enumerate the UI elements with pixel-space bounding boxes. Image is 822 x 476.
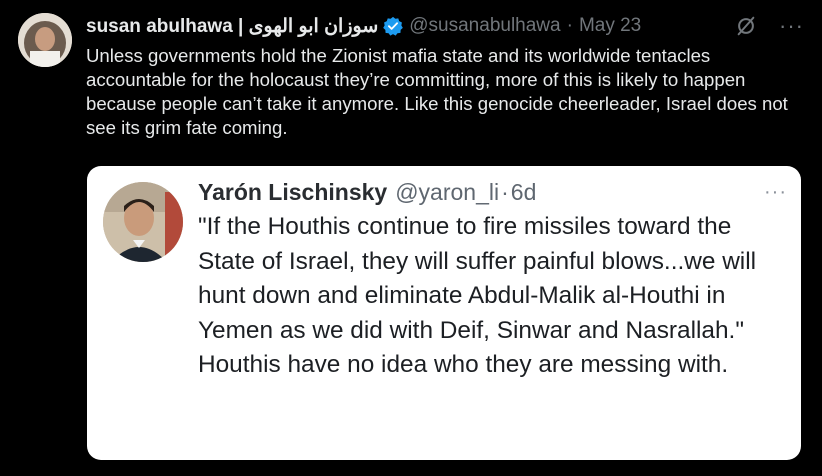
grok-icon[interactable] — [735, 15, 757, 37]
tweet-date[interactable]: May 23 — [579, 15, 641, 37]
quoted-tweet-age[interactable]: 6d — [511, 179, 537, 206]
author-handle[interactable]: @susanabulhawa — [409, 15, 560, 37]
author-avatar[interactable] — [18, 13, 72, 67]
quoted-tweet[interactable]: Yarón Lischinsky @yaron_li · 6d ··· "If … — [87, 166, 801, 460]
quoted-tweet-text: "If the Houthis continue to fire missile… — [198, 210, 790, 383]
quoted-author-avatar[interactable] — [103, 182, 183, 262]
author-name[interactable]: susan abulhawa | سوزان ابو الهوى — [86, 15, 378, 38]
tweet-text-body: Unless governments hold the Zionist mafi… — [86, 45, 788, 138]
quoted-text-paragraph: Houthis have no idea who they are messin… — [198, 351, 729, 378]
quoted-more-options-icon[interactable]: ··· — [764, 181, 787, 204]
verified-badge-icon — [383, 16, 404, 36]
more-options-icon[interactable]: ··· — [779, 15, 804, 37]
date-separator: · — [566, 15, 573, 36]
quoted-date-separator: · — [501, 178, 509, 205]
quoted-text-paragraph: "If the Houthis continue to fire missile… — [198, 213, 757, 344]
quoted-tweet-header: Yarón Lischinsky @yaron_li · 6d ··· — [198, 176, 787, 208]
tweet-header: susan abulhawa | سوزان ابو الهوى @susana… — [86, 13, 804, 39]
quoted-author-name[interactable]: Yarón Lischinsky — [198, 179, 387, 206]
quoted-author-handle[interactable]: @yaron_li — [395, 179, 499, 206]
tweet-text: Unless governments hold the Zionist mafi… — [86, 44, 806, 140]
